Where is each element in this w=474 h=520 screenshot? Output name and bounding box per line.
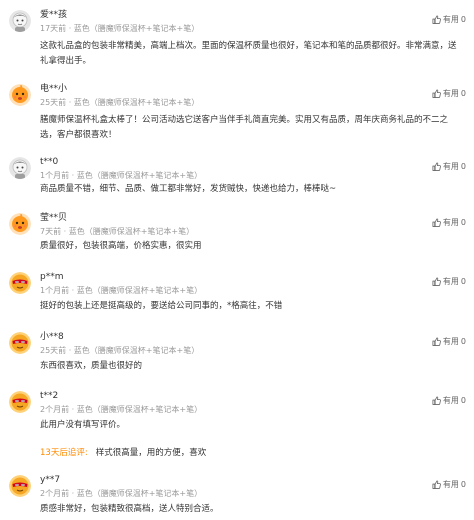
- helpful-label: 有用: [442, 15, 459, 24]
- review-content: 商品质量不错，细节、品质、做工都非常好，发货贼快，快递也给力，棒棒哒~: [40, 184, 337, 194]
- review-item: 电**小 25天前 · 蓝色（膳魔师保温杯+笔记本+笔） 有用 0 膳魔师保温杯…: [0, 82, 474, 142]
- helpful-label: 有用: [442, 396, 459, 405]
- review-content: 东西很喜欢，质量也很好的: [40, 361, 143, 371]
- helpful-label: 有用: [442, 162, 459, 171]
- helpful-label: 有用: [442, 89, 459, 98]
- review-meta: 1个月前 · 蓝色（膳魔师保温杯+笔记本+笔）: [40, 171, 203, 180]
- review-meta: 2个月前 · 蓝色（膳魔师保温杯+笔记本+笔）: [40, 405, 203, 414]
- thumbs-up-icon: [432, 396, 441, 405]
- helpful-label: 有用: [442, 218, 459, 227]
- helpful-button[interactable]: 有用 0: [432, 14, 466, 25]
- username: 爱**孩: [40, 10, 68, 20]
- helpful-button[interactable]: 有用 0: [432, 336, 466, 347]
- review-content: 质感非常好，包装精致很高档，送人特别合适。: [40, 504, 219, 514]
- review-meta: 25天前 · 蓝色（膳魔师保温杯+笔记本+笔）: [40, 346, 200, 355]
- helpful-button[interactable]: 有用 0: [432, 276, 466, 287]
- avatar[interactable]: [9, 157, 31, 179]
- thumbs-up-icon: [432, 15, 441, 24]
- helpful-label: 有用: [442, 337, 459, 346]
- helpful-button[interactable]: 有用 0: [432, 88, 466, 99]
- avatar[interactable]: [9, 332, 31, 354]
- helpful-button[interactable]: 有用 0: [432, 217, 466, 228]
- username: t**2: [40, 391, 59, 401]
- review-item: 莹**贝 7天前 · 蓝色（膳魔师保温杯+笔记本+笔） 有用 0 质量很好，包装…: [0, 211, 474, 259]
- thumbs-up-icon: [432, 89, 441, 98]
- helpful-count: 0: [460, 15, 466, 24]
- thumbs-up-icon: [432, 162, 441, 171]
- followup-text: 样式很高量，用的方便，喜欢: [95, 448, 207, 458]
- review-meta: 17天前 · 蓝色（膳魔师保温杯+笔记本+笔）: [40, 24, 200, 33]
- helpful-count: 0: [460, 337, 466, 346]
- helpful-count: 0: [460, 218, 466, 227]
- followup-review: 13天后追评: 样式很高量，用的方便，喜欢: [40, 448, 206, 459]
- avatar[interactable]: [9, 10, 31, 32]
- review-item: t**0 1个月前 · 蓝色（膳魔师保温杯+笔记本+笔） 有用 0 商品质量不错…: [0, 155, 474, 203]
- helpful-button[interactable]: 有用 0: [432, 161, 466, 172]
- username: 小**8: [40, 332, 64, 342]
- review-meta: 25天前 · 蓝色（膳魔师保温杯+笔记本+笔）: [40, 98, 200, 107]
- helpful-label: 有用: [442, 277, 459, 286]
- red-mask-avatar-icon: [9, 391, 31, 413]
- helpful-label: 有用: [442, 480, 459, 489]
- username: 电**小: [40, 84, 68, 94]
- username: p**m: [40, 272, 64, 282]
- thumbs-up-icon: [432, 218, 441, 227]
- review-meta: 7天前 · 蓝色（膳魔师保温杯+笔记本+笔）: [40, 227, 195, 236]
- orange-baby-avatar-icon: [9, 213, 31, 235]
- helpful-count: 0: [460, 89, 466, 98]
- review-content: 膳魔师保温杯礼盒太棒了！公司活动选它送客户当伴手礼简直完美。实用又有品质，周年庆…: [40, 115, 449, 140]
- helpful-button[interactable]: 有用 0: [432, 395, 466, 406]
- thumbs-up-icon: [432, 337, 441, 346]
- avatar[interactable]: [9, 84, 31, 106]
- avatar[interactable]: [9, 272, 31, 294]
- username: y**7: [40, 475, 61, 485]
- helpful-count: 0: [460, 277, 466, 286]
- username: 莹**贝: [40, 213, 68, 223]
- review-content: 挺好的包装上还是挺高级的，要送给公司同事的，*格高往，不错: [40, 301, 283, 311]
- review-item: 爱**孩 17天前 · 蓝色（膳魔师保温杯+笔记本+笔） 有用 0 这款礼品盒的…: [0, 8, 474, 68]
- red-mask-avatar-icon: [9, 475, 31, 497]
- review-content: 此用户没有填写评价。: [40, 420, 126, 430]
- review-content: 这款礼品盒的包装非常精美，高端上档次。里面的保温杯质量也很好，笔记本和笔的品质都…: [40, 41, 457, 66]
- review-item: y**7 2个月前 · 蓝色（膳魔师保温杯+笔记本+笔） 有用 0 质感非常好，…: [0, 473, 474, 519]
- red-mask-avatar-icon: [9, 332, 31, 354]
- avatar[interactable]: [9, 213, 31, 235]
- review-item: p**m 1个月前 · 蓝色（膳魔师保温杯+笔记本+笔） 有用 0 挺好的包装上…: [0, 270, 474, 318]
- review-content: 质量很好，包装很高端，价格实惠，很实用: [40, 241, 202, 251]
- helpful-count: 0: [460, 162, 466, 171]
- thumbs-up-icon: [432, 480, 441, 489]
- thumbs-up-icon: [432, 277, 441, 286]
- followup-label: 13天后追评:: [40, 448, 88, 458]
- orange-baby-avatar-icon: [9, 84, 31, 106]
- helpful-count: 0: [460, 480, 466, 489]
- review-meta: 1个月前 · 蓝色（膳魔师保温杯+笔记本+笔）: [40, 286, 203, 295]
- red-mask-avatar-icon: [9, 272, 31, 294]
- username: t**0: [40, 157, 59, 167]
- gray-child-avatar-icon: [9, 10, 31, 32]
- review-meta: 2个月前 · 蓝色（膳魔师保温杯+笔记本+笔）: [40, 489, 203, 498]
- avatar[interactable]: [9, 391, 31, 413]
- gray-child-avatar-icon: [9, 157, 31, 179]
- avatar[interactable]: [9, 475, 31, 497]
- helpful-count: 0: [460, 396, 466, 405]
- review-item: 小**8 25天前 · 蓝色（膳魔师保温杯+笔记本+笔） 有用 0 东西很喜欢，…: [0, 330, 474, 378]
- review-item: t**2 2个月前 · 蓝色（膳魔师保温杯+笔记本+笔） 有用 0 此用户没有填…: [0, 389, 474, 461]
- helpful-button[interactable]: 有用 0: [432, 479, 466, 490]
